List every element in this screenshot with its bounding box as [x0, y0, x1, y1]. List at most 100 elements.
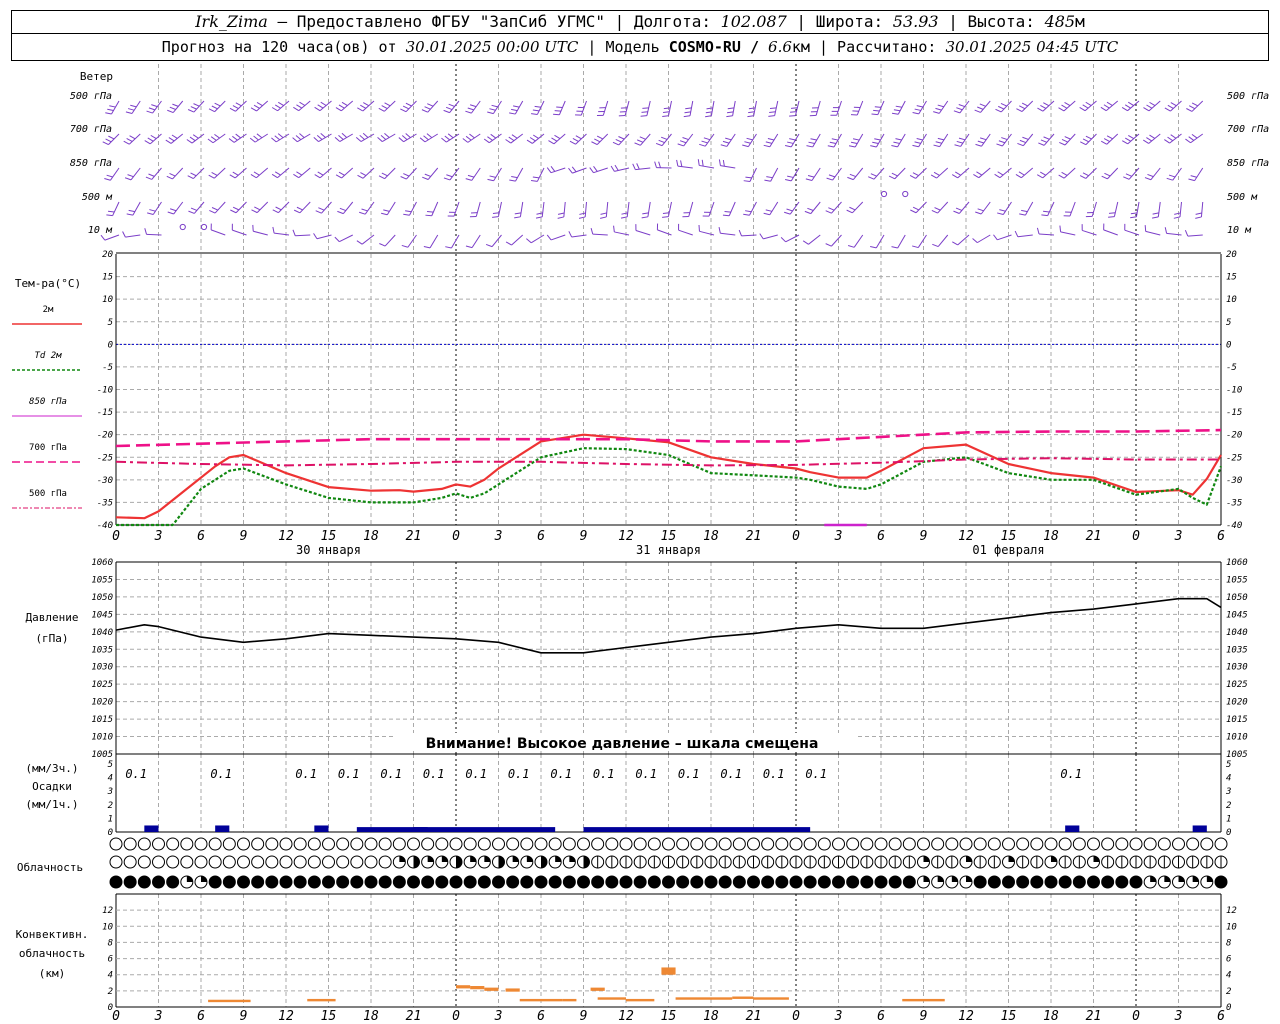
cloud-upper	[987, 837, 1001, 851]
wind-barb-feather	[1147, 173, 1154, 178]
wind-calm-marker	[902, 190, 909, 198]
wind-barb	[475, 201, 481, 217]
wind-barb-feather	[870, 173, 877, 177]
cloud-upper	[945, 837, 959, 851]
temp-x-tick: 18	[363, 529, 379, 544]
wind-barb-feather	[379, 243, 386, 247]
wind-barb-feather	[148, 173, 155, 177]
cloud-upper	[336, 837, 350, 851]
wind-barb	[256, 201, 269, 213]
cloud-upper	[803, 837, 817, 851]
temp-x-tick: 0	[792, 529, 800, 544]
wind-barb-feather	[724, 211, 731, 213]
wind-barb-feather	[554, 110, 561, 112]
wind-barb-feather	[341, 101, 348, 106]
wind-barb-feather	[277, 133, 284, 139]
wind-barb	[1150, 167, 1161, 181]
wind-barb-feather	[1127, 101, 1134, 106]
wind-barb-feather	[1144, 225, 1147, 232]
temp-x-tick: 6	[537, 529, 545, 544]
cloud-upper	[690, 837, 704, 851]
cloud-lower-mark	[1150, 876, 1157, 882]
wind-level-left: 500 м	[82, 192, 113, 203]
wind-barb-feather	[485, 243, 493, 248]
cloud-upper	[378, 837, 392, 851]
wind-barb-feather	[935, 107, 942, 111]
wind-barb-feather	[403, 213, 410, 216]
wind-barb-feather	[557, 212, 565, 215]
wind-barb-feather	[147, 137, 154, 142]
temp-x-tick: 15	[321, 529, 337, 544]
cloud-upper	[1157, 837, 1171, 851]
wind-barb	[235, 201, 247, 214]
wind-barb-feather	[1079, 107, 1086, 112]
wind-barb	[274, 232, 290, 236]
wind-barb-feather	[1000, 103, 1007, 107]
wind-barb	[172, 167, 184, 180]
cloud-upper	[265, 837, 279, 851]
wind-barb-feather	[1040, 139, 1048, 143]
wind-barb-feather	[317, 171, 324, 176]
conv-x-tick: 6	[877, 1009, 885, 1024]
temp-tick-left: -5	[102, 363, 113, 373]
wind-barb-feather	[955, 207, 963, 211]
cloud-lower	[548, 875, 562, 889]
wind-barb-feather	[514, 216, 521, 219]
wind-barb	[915, 167, 927, 179]
wind-barb-feather	[935, 141, 942, 144]
wind-barb-feather	[933, 144, 940, 148]
wind-barb	[515, 167, 524, 182]
cloud-upper	[407, 837, 420, 851]
precip-label: 0.1	[210, 767, 232, 781]
precip-label: 0.1	[338, 767, 360, 781]
wind-barb-feather	[208, 108, 215, 113]
wind-barb	[364, 201, 375, 215]
wind-barb	[453, 201, 460, 217]
wind-barb	[635, 230, 651, 236]
cloud-middle	[180, 855, 194, 869]
wind-barb-feather	[144, 228, 147, 235]
wind-barb-feather	[743, 213, 750, 216]
wind-barb-feather	[402, 105, 410, 110]
wind-barb-feather	[679, 140, 687, 144]
cloud-upper	[123, 837, 137, 851]
conv-x-tick: 9	[580, 1009, 588, 1024]
wind-barb-feather	[768, 115, 775, 117]
wind-barb-feather	[467, 174, 475, 178]
cloud-upper	[633, 837, 647, 851]
wind-barb-feather	[759, 233, 764, 240]
wind-barb-feather	[363, 102, 370, 107]
pres-title: Давление	[26, 611, 79, 624]
wind-barb-feather	[849, 173, 856, 177]
conv-ylabel: (км)	[39, 967, 66, 980]
wind-barb	[708, 201, 715, 217]
cloud-upper	[1143, 837, 1157, 851]
cloud-upper	[605, 837, 619, 851]
wind-barb	[1020, 167, 1034, 179]
wind-barb-feather	[189, 136, 196, 142]
temp-tick-left: 15	[102, 273, 113, 283]
wind-barb-feather	[589, 167, 594, 173]
wind-barb-feather	[1164, 139, 1170, 144]
wind-barb-feather	[747, 115, 754, 118]
conv-tick-right: 6	[1226, 955, 1231, 965]
cloud-lower-mark	[1178, 876, 1185, 882]
wind-barb-feather	[487, 111, 494, 115]
cloud-upper	[208, 837, 222, 851]
conv-tick-right: 0	[1226, 1003, 1231, 1013]
wind-barb-feather	[701, 140, 708, 144]
precip-label: 0.1	[465, 767, 487, 781]
wind-barb-feather	[1061, 104, 1068, 109]
cloud-upper	[506, 837, 520, 851]
conv-segment	[732, 996, 754, 999]
wind-barb-feather	[250, 107, 257, 112]
cloud-middle-mark	[923, 856, 930, 862]
cloud-middle	[123, 855, 137, 869]
wind-barb-feather	[123, 140, 130, 145]
wind-barb-feather	[249, 137, 256, 143]
wind-barb-feather	[208, 174, 215, 179]
cloud-upper	[152, 837, 165, 851]
wind-barb-feather	[568, 167, 573, 174]
conv-x-tick: 0	[112, 1009, 120, 1024]
wind-barb-feather	[272, 226, 275, 234]
